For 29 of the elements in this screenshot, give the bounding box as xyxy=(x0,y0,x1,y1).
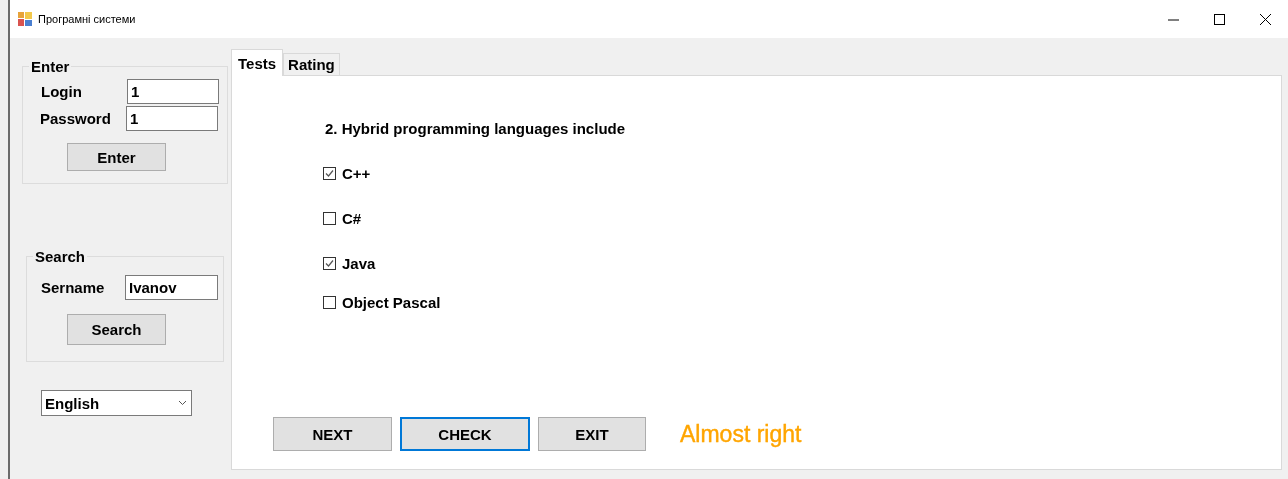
surname-label: Sername xyxy=(41,279,106,296)
group-title: Enter xyxy=(30,58,71,75)
tab[interactable]: Tests xyxy=(231,49,284,76)
password-field[interactable]: 1 xyxy=(126,106,218,131)
password-label: Password xyxy=(40,110,112,127)
option-label[interactable]: C++ xyxy=(342,165,371,182)
checkbox[interactable] xyxy=(323,257,336,270)
checkbox[interactable] xyxy=(323,296,336,309)
login-field[interactable]: 1 xyxy=(127,79,219,104)
option-label[interactable]: C# xyxy=(342,210,362,227)
tab[interactable]: Rating xyxy=(283,53,340,75)
enter-button[interactable]: Enter xyxy=(67,143,166,171)
language-dropdown[interactable]: English xyxy=(41,390,192,416)
surname-field[interactable]: Ivanov xyxy=(125,275,218,300)
login-label: Login xyxy=(41,83,83,100)
search-button[interactable]: Search xyxy=(67,314,166,345)
option-label[interactable]: Java xyxy=(342,255,376,272)
action-button[interactable]: NEXT xyxy=(273,417,392,451)
checkbox[interactable] xyxy=(323,167,336,180)
option-label[interactable]: Object Pascal xyxy=(342,294,441,311)
group-title: Search xyxy=(34,248,87,265)
action-button[interactable]: CHECK xyxy=(400,417,530,451)
app-icon xyxy=(18,12,32,26)
chevron-icon xyxy=(178,400,187,406)
result-message: Almost right xyxy=(680,420,802,448)
checkbox[interactable] xyxy=(323,212,336,225)
action-button[interactable]: EXIT xyxy=(538,417,646,451)
window-title: Програмні системи xyxy=(38,13,137,25)
question-text: 2. Hybrid programming languages include xyxy=(325,120,627,137)
